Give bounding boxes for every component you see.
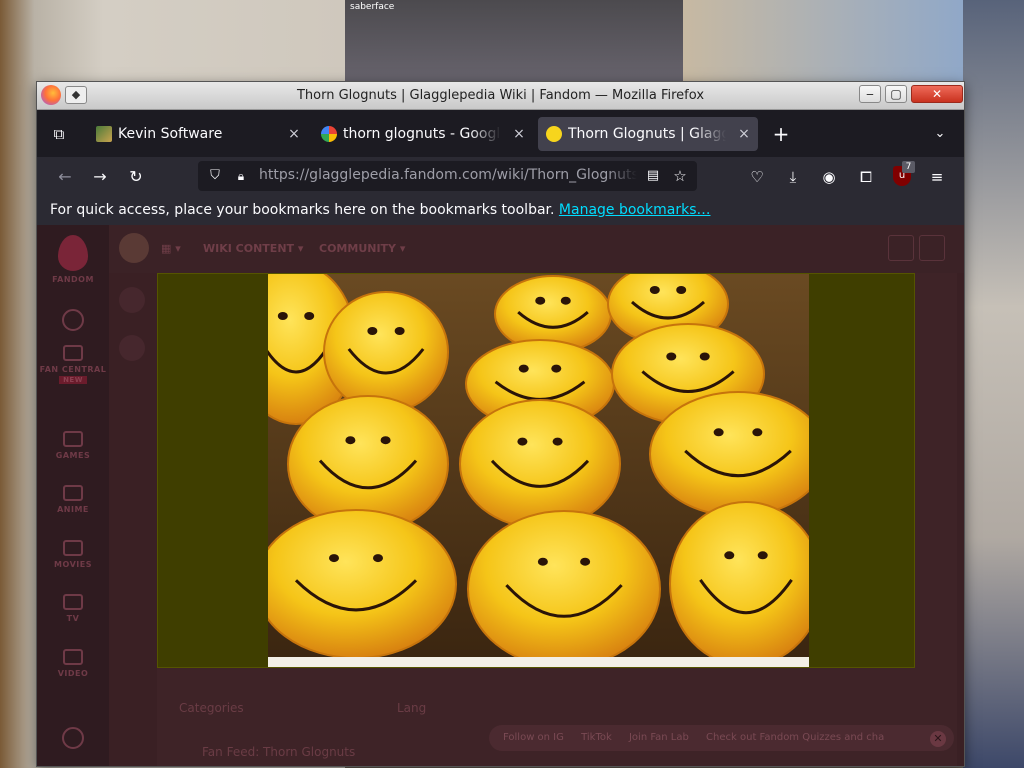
tab-bar: ⧉ Kevin Software × thorn glognuts - Goog…: [37, 110, 964, 157]
categories-section[interactable]: Categories: [179, 701, 244, 715]
footer-link[interactable]: Check out Fandom Quizzes and cha: [706, 732, 884, 743]
image-lightbox[interactable]: [157, 273, 915, 668]
tab-google-search[interactable]: thorn glognuts - Google Search ×: [313, 117, 533, 151]
new-tab-button[interactable]: +: [771, 124, 791, 144]
nav-label: COMMUNITY: [319, 242, 397, 255]
minimize-button[interactable]: ‒: [859, 85, 881, 103]
url-text[interactable]: https://glagglepedia.fandom.com/wiki/Tho…: [259, 167, 637, 183]
close-window-button[interactable]: ✕: [911, 85, 963, 103]
tab-close-icon[interactable]: ×: [511, 117, 527, 151]
rail-label: MOVIES: [54, 560, 92, 569]
tracking-protection-shield-icon[interactable]: ⛉: [206, 167, 224, 185]
rail-label: FAN CENTRAL: [39, 365, 107, 374]
pocket-icon[interactable]: ♡: [746, 166, 768, 188]
movies-icon: [63, 540, 83, 556]
bookmark-star-icon[interactable]: ☆: [671, 167, 689, 185]
fan-central-icon: [63, 345, 83, 361]
rail-label: GAMES: [55, 451, 91, 460]
fandom-flame-icon: [58, 235, 88, 271]
rail-games[interactable]: GAMES: [37, 431, 109, 460]
donuts-illustration: [268, 274, 809, 667]
video-call-tile-center: [345, 0, 683, 90]
downloads-icon[interactable]: ⤓: [782, 166, 804, 188]
smiley-favicon-icon: [546, 126, 562, 142]
tab-close-icon[interactable]: ×: [736, 117, 752, 151]
community-menu[interactable]: COMMUNITY ▾: [319, 242, 405, 255]
footer-link[interactable]: Join Fan Lab: [629, 732, 689, 743]
rail-label: ANIME: [57, 505, 89, 514]
firefox-window: ◆ Thorn Glognuts | Glagglepedia Wiki | F…: [36, 81, 965, 767]
fan-feed-link[interactable]: Fan Feed: Thorn Glognuts: [202, 745, 355, 759]
video-icon: [63, 649, 83, 665]
footer-link[interactable]: TikTok: [581, 732, 612, 743]
wiki-logo[interactable]: [119, 233, 149, 263]
discussions-icon[interactable]: [888, 235, 914, 261]
video-call-tile-edge: [963, 0, 1024, 768]
theme-toggle-moon-icon[interactable]: [919, 235, 945, 261]
wiki-content-menu[interactable]: WIKI CONTENT ▾: [203, 242, 303, 255]
tab-label: Thorn Glognuts | Glagglepedia Wiki: [568, 126, 726, 142]
tab-close-icon[interactable]: ×: [286, 117, 302, 151]
list-all-tabs-chevron-icon[interactable]: ⌄: [930, 124, 950, 144]
wiki-header: ▦ ▾ WIKI CONTENT ▾ COMMUNITY ▾: [109, 225, 964, 273]
bookmarks-toolbar: For quick access, place your bookmarks h…: [37, 195, 964, 225]
new-badge: NEW: [59, 376, 87, 384]
user-avatar-icon[interactable]: [37, 727, 109, 749]
rail-label: TV: [66, 614, 80, 623]
tv-icon: [63, 594, 83, 610]
search-icon[interactable]: [37, 309, 109, 331]
page-content: FANDOM FAN CENTRAL NEW GAMES ANIME MOVIE…: [37, 225, 964, 766]
anime-icon: [63, 485, 83, 501]
rail-fan-central[interactable]: FAN CENTRAL NEW: [37, 345, 109, 384]
fandom-brand-label: FANDOM: [52, 275, 94, 284]
tab-label: Kevin Software: [118, 126, 223, 142]
address-bar[interactable]: ⛉ 🔒︎ https://glagglepedia.fandom.com/wik…: [198, 161, 697, 191]
reload-icon[interactable]: ↻: [125, 166, 147, 188]
smiley-donuts-image: [268, 274, 809, 667]
edit-pencil-icon[interactable]: [119, 335, 145, 361]
games-icon: [63, 431, 83, 447]
hamburger-menu-icon[interactable]: ≡: [926, 166, 948, 188]
window-title: Thorn Glognuts | Glagglepedia Wiki | Fan…: [296, 88, 705, 103]
navigation-toolbar: ← → ↻ ⛉ 🔒︎ https://glagglepedia.fandom.c…: [37, 157, 964, 195]
bookmarks-prompt: For quick access, place your bookmarks h…: [50, 202, 555, 218]
manage-bookmarks-link[interactable]: Manage bookmarks…: [559, 202, 711, 218]
tab-thorn-glognuts[interactable]: Thorn Glognuts | Glagglepedia Wiki ×: [538, 117, 758, 151]
rail-anime[interactable]: ANIME: [37, 485, 109, 514]
forward-arrow-icon[interactable]: →: [89, 166, 111, 188]
extension-badge: 7: [902, 161, 915, 173]
extensions-puzzle-icon[interactable]: ⧠: [855, 166, 877, 188]
table-of-contents-icon[interactable]: [119, 287, 145, 313]
firefox-view-icon[interactable]: ⧉: [49, 124, 69, 144]
maximize-button[interactable]: ▢: [885, 85, 907, 103]
footer-close-icon[interactable]: ✕: [930, 731, 946, 747]
rail-video[interactable]: VIDEO: [37, 649, 109, 678]
fandom-global-nav: FANDOM FAN CENTRAL NEW GAMES ANIME MOVIE…: [37, 225, 109, 766]
kevin-software-favicon-icon: [96, 126, 112, 142]
social-footer-bar: Follow on IG TikTok Join Fan Lab Check o…: [489, 725, 954, 751]
rail-label: VIDEO: [57, 669, 89, 678]
fandom-logo[interactable]: FANDOM: [37, 235, 109, 284]
rail-tv[interactable]: TV: [37, 594, 109, 623]
account-icon[interactable]: ◉: [818, 166, 840, 188]
wiki-explore-menu[interactable]: ▦ ▾: [161, 242, 181, 255]
languages-section[interactable]: Lang: [397, 701, 426, 715]
footer-link[interactable]: Follow on IG: [503, 732, 564, 743]
google-favicon-icon: [321, 126, 337, 142]
video-call-participant-label: saberface: [350, 2, 395, 12]
reader-view-icon[interactable]: ▤: [644, 167, 662, 185]
window-titlebar[interactable]: ◆ Thorn Glognuts | Glagglepedia Wiki | F…: [37, 82, 964, 110]
nav-label: WIKI CONTENT: [203, 242, 295, 255]
tab-label: thorn glognuts - Google Search: [343, 126, 501, 142]
video-call-tile-right: [683, 0, 963, 90]
lock-icon[interactable]: 🔒︎: [232, 167, 250, 185]
rail-movies[interactable]: MOVIES: [37, 540, 109, 569]
tab-kevin-software[interactable]: Kevin Software ×: [88, 117, 308, 151]
back-arrow-icon[interactable]: ←: [54, 166, 76, 188]
